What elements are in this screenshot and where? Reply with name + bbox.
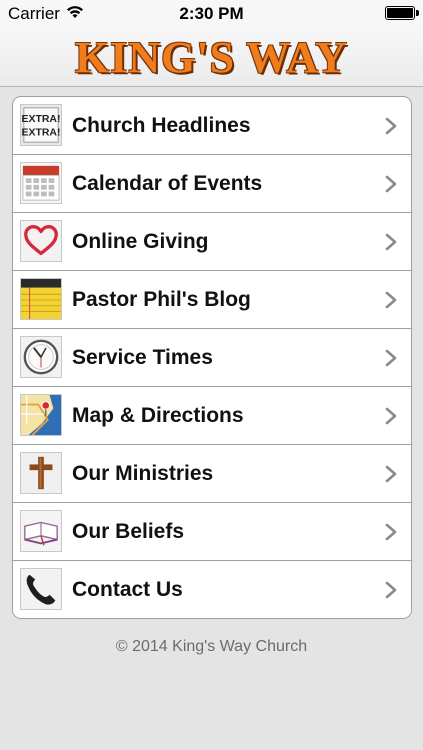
menu-item-label: Contact Us <box>72 578 183 601</box>
menu-item-contact-us[interactable]: Contact Us <box>13 561 411 618</box>
chevron-right-icon <box>385 175 397 193</box>
status-time: 2:30 PM <box>179 4 244 23</box>
main-menu: EXTRA! EXTRA! Church Headlines Calendar … <box>12 96 412 619</box>
app-logo: KING'S WAY <box>75 33 348 82</box>
menu-item-label: Service Times <box>72 346 213 369</box>
chevron-right-icon <box>385 465 397 483</box>
menu-item-map-directions[interactable]: Map & Directions <box>13 387 411 445</box>
app-header: KING'S WAY <box>0 28 423 87</box>
menu-item-calendar-of-events[interactable]: Calendar of Events <box>13 155 411 213</box>
status-bar: Carrier 2:30 PM <box>0 0 423 28</box>
heart-icon <box>20 220 62 262</box>
clock-icon <box>20 336 62 378</box>
chevron-right-icon <box>385 233 397 251</box>
menu-item-label: Pastor Phil's Blog <box>72 288 251 311</box>
menu-item-label: Online Giving <box>72 230 209 253</box>
chevron-right-icon <box>385 349 397 367</box>
copyright-footer: © 2014 King's Way Church <box>115 638 308 655</box>
menu-item-label: Church Headlines <box>72 114 251 137</box>
phone-icon <box>20 568 62 610</box>
newspaper-badge-bottom: EXTRA! <box>22 127 61 138</box>
chevron-right-icon <box>385 523 397 541</box>
cross-icon <box>20 452 62 494</box>
bible-icon <box>20 510 62 552</box>
menu-item-our-ministries[interactable]: Our Ministries <box>13 445 411 503</box>
notepad-icon <box>20 278 62 320</box>
menu-item-label: Our Beliefs <box>72 520 185 543</box>
calendar-icon <box>20 162 62 204</box>
chevron-right-icon <box>385 291 397 309</box>
menu-item-church-headlines[interactable]: EXTRA! EXTRA! Church Headlines <box>13 97 411 155</box>
newspaper-badge-top: EXTRA! <box>22 114 61 125</box>
menu-item-label: Our Ministries <box>72 462 214 485</box>
map-icon <box>20 394 62 436</box>
chevron-right-icon <box>385 407 397 425</box>
battery-icon <box>385 6 419 20</box>
menu-item-service-times[interactable]: Service Times <box>13 329 411 387</box>
menu-item-label: Calendar of Events <box>72 172 263 195</box>
menu-item-label: Map & Directions <box>72 404 244 427</box>
newspaper-icon: EXTRA! EXTRA! <box>20 104 62 146</box>
chevron-right-icon <box>385 117 397 135</box>
menu-item-our-beliefs[interactable]: Our Beliefs <box>13 503 411 561</box>
menu-item-pastor-phils-blog[interactable]: Pastor Phil's Blog <box>13 271 411 329</box>
chevron-right-icon <box>385 581 397 599</box>
menu-item-online-giving[interactable]: Online Giving <box>13 213 411 271</box>
